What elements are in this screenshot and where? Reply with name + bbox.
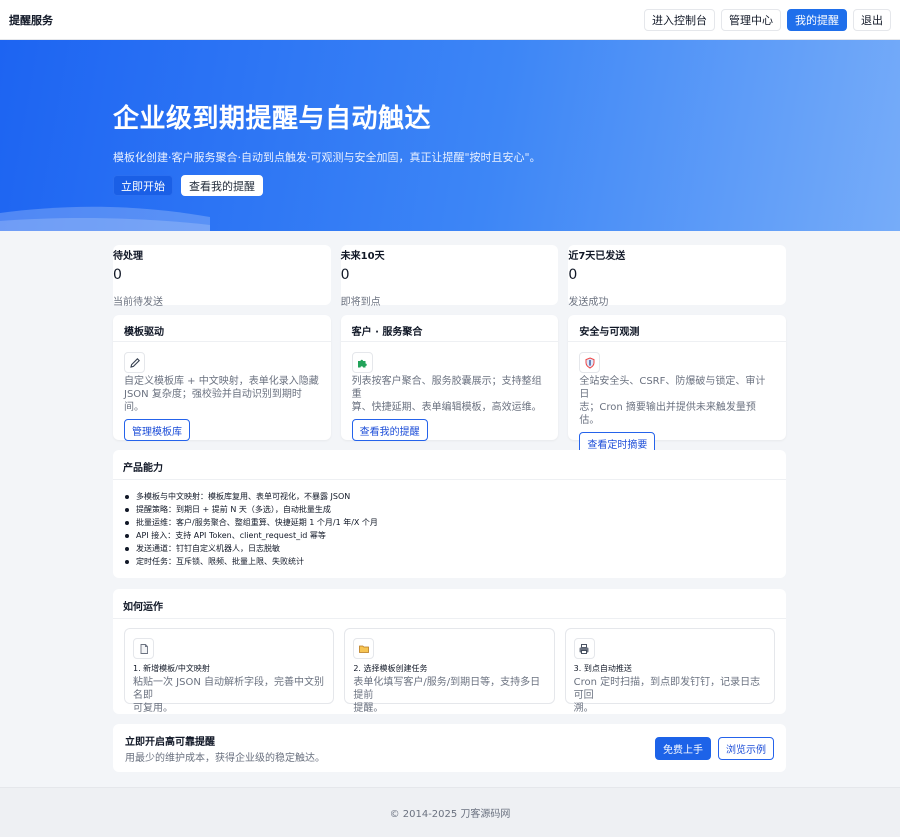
capabilities-section: 产品能力 多模板与中文映射：模板库复用、表单可视化，不暴露 JSON 提醒策略：… [113,450,786,578]
stat-label: 近7天已发送 [568,251,626,262]
list-item: 批量运维：客户/服务聚合、整组重算、快捷延期 1 个月/1 年/X 个月 [125,516,786,529]
feature-card-desc: 全站安全头、CSRF、防爆破与锁定、审计日 志；Cron 摘要输出并提供未来触发… [579,376,766,426]
hero-subtitle: 模板化创建·客户服务聚合·自动到点触发·可观测与安全加固，真正让提醒"按时且安心… [113,151,541,164]
stat-next-10-days: 未来10天 0 即将到点 [340,245,559,308]
list-item: 多模板与中文映射：模板库复用、表单可视化，不暴露 JSON [125,490,786,503]
feature-card-title: 客户 · 服务聚合 [340,315,559,342]
list-item: 提醒策略：到期日 + 提前 N 天（多选），自动批量生成 [125,503,786,516]
feature-card-templates: 模板驱动 自定义模板库 + 中文映射，表单化录入隐藏 JSON 复杂度；强校验并… [113,315,331,441]
view-my-reminders-button[interactable]: 查看我的提醒 [181,175,263,196]
console-button[interactable]: 进入控制台 [644,8,715,31]
stat-value: 0 [568,267,578,283]
hero-wave-decoration [0,206,210,231]
step-card: 3. 到点自动推送 Cron 定时扫描，到点即发钉钉，记录日志可回 溯。 [564,628,775,714]
folder-icon [353,638,375,659]
step-desc: 表单化填写客户/服务/到期日等，支持多日提前 提醒。 [353,677,541,714]
capabilities-list: 多模板与中文映射：模板库复用、表单可视化，不暴露 JSON 提醒策略：到期日 +… [113,480,786,568]
browse-examples-button[interactable]: 浏览示例 [718,736,774,760]
hero-title: 企业级到期提醒与自动触达 [113,104,432,134]
feature-card-security: 安全与可观测 全站安全头、CSRF、防爆破与锁定、审计日 志；Cron 摘要输出… [568,315,787,454]
free-start-button[interactable]: 免费上手 [655,736,711,760]
logout-button[interactable]: 退出 [853,8,891,31]
step-title: 2. 选择模板创建任务 [353,664,428,673]
stat-sent-7-days: 近7天已发送 0 发送成功 [568,245,787,308]
cta-section: 立即开启高可靠提醒 用最少的维护成本，获得企业级的稳定触达。 免费上手 浏览示例 [113,724,786,772]
stat-sub: 发送成功 [568,297,609,308]
top-navbar: 提醒服务 进入控制台 管理中心 我的提醒 退出 [0,0,900,40]
section-title: 如何运作 [113,589,786,619]
section-title: 产品能力 [113,450,786,480]
stat-sub: 当前待发送 [113,297,163,308]
footer: © 2014-2025 刀客源码网 [0,787,900,837]
pencil-icon [124,352,145,373]
document-icon [133,638,154,659]
printer-icon [573,638,595,659]
view-my-reminders-link[interactable]: 查看我的提醒 [351,419,428,441]
step-title: 3. 到点自动推送 [573,664,632,673]
stat-label: 未来10天 [340,251,385,262]
brand-logo[interactable]: 提醒服务 [9,12,53,28]
puzzle-icon [351,352,373,373]
feature-card-desc: 自定义模板库 + 中文映射，表单化录入隐藏 JSON 复杂度；强校验并自动识别到… [124,376,319,413]
start-now-button[interactable]: 立即开始 [113,175,173,196]
list-item: API 接入：支持 API Token、client_request_id 幂等 [125,529,786,542]
shield-icon [579,352,601,373]
hero-banner: 企业级到期提醒与自动触达 模板化创建·客户服务聚合·自动到点触发·可观测与安全加… [0,40,900,231]
my-reminders-button[interactable]: 我的提醒 [787,8,847,31]
feature-card-title: 模板驱动 [113,315,331,342]
stat-value: 0 [113,267,122,283]
feature-cards: 模板驱动 自定义模板库 + 中文映射，表单化录入隐藏 JSON 复杂度；强校验并… [113,315,787,454]
step-desc: 粘贴一次 JSON 自动解析字段，完善中文别名即 可复用。 [133,677,325,714]
stat-sub: 即将到点 [340,297,381,308]
manage-templates-button[interactable]: 管理模板库 [124,419,190,441]
step-title: 1. 新增模板/中文映射 [133,664,210,673]
feature-card-aggregation: 客户 · 服务聚合 列表按客户聚合、服务胶囊展示；支持整组重 算、快捷延期、表单… [340,315,559,441]
list-item: 定时任务：互斥锁、限频、批量上限、失败统计 [125,555,786,568]
step-card: 2. 选择模板创建任务 表单化填写客户/服务/到期日等，支持多日提前 提醒。 [344,628,555,714]
step-card: 1. 新增模板/中文映射 粘贴一次 JSON 自动解析字段，完善中文别名即 可复… [124,628,335,714]
feature-card-title: 安全与可观测 [568,315,787,342]
stat-label: 待处理 [113,251,143,262]
stats-row: 待处理 0 当前待发送 未来10天 0 即将到点 近7天已发送 0 发送成功 [113,245,787,308]
list-item: 发送通道：钉钉自定义机器人，日志脱敏 [125,542,786,555]
stat-pending: 待处理 0 当前待发送 [113,245,331,308]
cta-subtitle: 用最少的维护成本，获得企业级的稳定触达。 [125,752,325,764]
step-desc: Cron 定时扫描，到点即发钉钉，记录日志可回 溯。 [573,677,761,714]
how-it-works-section: 如何运作 1. 新增模板/中文映射 粘贴一次 JSON 自动解析字段，完善中文别… [113,589,786,714]
admin-center-button[interactable]: 管理中心 [721,8,781,31]
nav-actions: 进入控制台 管理中心 我的提醒 退出 [644,8,891,31]
cta-title: 立即开启高可靠提醒 [125,736,215,748]
stat-value: 0 [340,267,350,283]
copyright-text: © 2014-2025 刀客源码网 [389,809,511,820]
feature-card-desc: 列表按客户聚合、服务胶囊展示；支持整组重 算、快捷延期、表单编辑模板，高效运维。 [351,376,542,413]
